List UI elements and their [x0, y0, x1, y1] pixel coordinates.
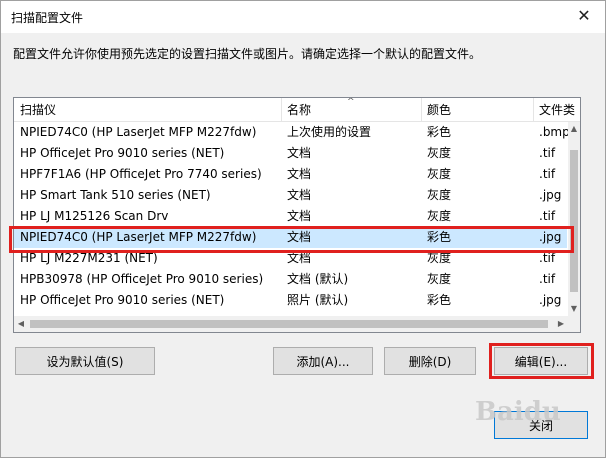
- scrollbar-corner: [568, 316, 580, 332]
- cell-scanner: HPF7F1A6 (HP OfficeJet Pro 7740 series): [20, 167, 262, 181]
- cell-name: 文档 (默认): [287, 272, 349, 286]
- vertical-scroll-thumb[interactable]: [570, 150, 578, 292]
- cell-scanner: NPIED74C0 (HP LaserJet MFP M227fdw): [20, 230, 257, 244]
- close-icon[interactable]: ✕: [569, 3, 599, 29]
- edit-button[interactable]: 编辑(E)...: [494, 347, 588, 375]
- cell-color: 彩色: [427, 230, 452, 244]
- scroll-left-icon[interactable]: ◀: [14, 316, 28, 332]
- column-header-filetype[interactable]: 文件类: [533, 98, 580, 122]
- column-header-scanner[interactable]: 扫描仪: [14, 98, 281, 122]
- delete-button[interactable]: 删除(D): [384, 347, 476, 375]
- profiles-list[interactable]: 扫描仪 名称 ^ 颜色 文件类 NPIED74C0 (HP LaserJet M…: [13, 97, 581, 333]
- scroll-down-icon[interactable]: ▼: [568, 302, 580, 316]
- table-row[interactable]: HP OfficeJet Pro 9010 series (NET) 文档 灰度…: [14, 143, 567, 164]
- cell-scanner: HPB30978 (HP OfficeJet Pro 9010 series): [20, 272, 264, 286]
- cell-name: 文档: [287, 230, 312, 244]
- scroll-right-icon[interactable]: ▶: [554, 316, 568, 332]
- cell-scanner: HP LJ M227M231 (NET): [20, 251, 158, 265]
- table-row-selected[interactable]: NPIED74C0 (HP LaserJet MFP M227fdw) 文档 彩…: [14, 227, 567, 248]
- horizontal-scrollbar[interactable]: ◀ ▶: [14, 316, 568, 332]
- cell-color: 灰度: [427, 251, 452, 265]
- table-row[interactable]: HP LJ M227M231 (NET) 文档 灰度 .tif: [14, 248, 567, 269]
- table-row[interactable]: HP OfficeJet Pro 9010 series (NET) 照片 (默…: [14, 290, 567, 311]
- vertical-scrollbar[interactable]: ▲ ▼: [568, 122, 580, 316]
- cell-scanner: HP OfficeJet Pro 9010 series (NET): [20, 293, 225, 307]
- cell-scanner: HP LJ M125126 Scan Drv: [20, 209, 169, 223]
- table-row[interactable]: HPF7F1A6 (HP OfficeJet Pro 7740 series) …: [14, 164, 567, 185]
- cell-color: 灰度: [427, 209, 452, 223]
- list-header: 扫描仪 名称 ^ 颜色 文件类: [14, 98, 580, 122]
- cell-name: 文档: [287, 188, 312, 202]
- scan-profiles-dialog: 扫描配置文件 ✕ 配置文件允许你使用预先选定的设置扫描文件或图片。请确定选择一个…: [0, 0, 606, 458]
- cell-name: 文档: [287, 209, 312, 223]
- cell-color: 灰度: [427, 272, 452, 286]
- table-row[interactable]: HP LJ M125126 Scan Drv 文档 灰度 .tif: [14, 206, 567, 227]
- cell-name: 文档: [287, 251, 312, 265]
- cell-name: 文档: [287, 146, 312, 160]
- set-default-button[interactable]: 设为默认值(S): [15, 347, 155, 375]
- cell-color: 灰度: [427, 146, 452, 160]
- cell-scanner: HP OfficeJet Pro 9010 series (NET): [20, 146, 225, 160]
- list-rows: NPIED74C0 (HP LaserJet MFP M227fdw) 上次使用…: [14, 122, 570, 311]
- cell-name: 照片 (默认): [287, 293, 349, 307]
- column-header-color[interactable]: 颜色: [421, 98, 533, 122]
- table-row[interactable]: NPIED74C0 (HP LaserJet MFP M227fdw) 上次使用…: [14, 122, 570, 143]
- cell-color: 灰度: [427, 167, 452, 181]
- cell-scanner: HP Smart Tank 510 series (NET): [20, 188, 211, 202]
- cell-color: 彩色: [427, 293, 452, 307]
- add-button[interactable]: 添加(A)...: [273, 347, 373, 375]
- table-row[interactable]: HP Smart Tank 510 series (NET) 文档 灰度 .jp…: [14, 185, 567, 206]
- description-text: 配置文件允许你使用预先选定的设置扫描文件或图片。请确定选择一个默认的配置文件。: [13, 47, 482, 61]
- cell-scanner: NPIED74C0 (HP LaserJet MFP M227fdw): [20, 125, 257, 139]
- cell-color: 灰度: [427, 188, 452, 202]
- cell-name: 上次使用的设置: [287, 125, 372, 139]
- cell-name: 文档: [287, 167, 312, 181]
- title-bar: 扫描配置文件 ✕: [1, 1, 605, 33]
- window-title: 扫描配置文件: [11, 11, 84, 25]
- horizontal-scroll-thumb[interactable]: [30, 320, 548, 328]
- scroll-up-icon[interactable]: ▲: [568, 122, 580, 136]
- sort-ascending-icon: ^: [347, 97, 355, 107]
- close-button[interactable]: 关闭: [494, 411, 588, 439]
- table-row[interactable]: HPB30978 (HP OfficeJet Pro 9010 series) …: [14, 269, 567, 290]
- cell-color: 彩色: [427, 125, 452, 139]
